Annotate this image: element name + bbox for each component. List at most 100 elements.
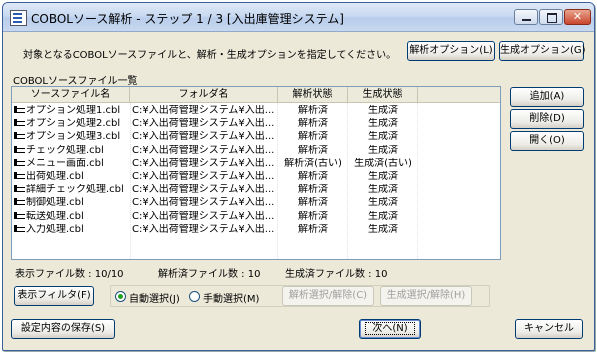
source-file-name: 出荷処理.cbl — [26, 171, 84, 182]
source-file-name: メニュー画面.cbl — [26, 157, 104, 169]
title-bar[interactable]: COBOLソース解析 - ステップ 1 / 3 [入出庫管理システム] ✕ — [3, 3, 594, 32]
analysis-status-cell: 解析済 — [298, 105, 328, 116]
column-header-source[interactable]: ソースファイル名 — [12, 87, 130, 103]
instruction-text: 対象となるCOBOLソースファイルと、解析・生成オプションを指定してください。 — [23, 50, 397, 61]
source-file-cell: 入力処理.cbl — [14, 224, 130, 236]
folder-cell: C:¥入出荷管理システム¥入出... — [132, 118, 275, 130]
add-button[interactable]: 追加(A) — [510, 87, 584, 107]
source-file-name: 詳細チェック処理.cbl — [26, 184, 124, 196]
main-window: COBOLソース解析 - ステップ 1 / 3 [入出庫管理システム] ✕ 対象… — [2, 2, 595, 351]
table-row[interactable]: 出荷処理.cbl C:¥入出荷管理システム¥入出... 解析済 生成済 — [12, 171, 500, 183]
source-file-cell: 転送処理.cbl — [14, 211, 130, 223]
generation-status-cell: 生成済 — [368, 197, 398, 209]
source-file-name: オプション処理1.cbl — [26, 105, 121, 116]
analysis-options-button[interactable]: 解析オプション(L) — [407, 41, 495, 61]
save-settings-button[interactable]: 設定内容の保存(S) — [11, 319, 115, 339]
source-file-name: 入力処理.cbl — [26, 223, 84, 235]
source-file-icon — [14, 224, 25, 233]
column-header-empty — [418, 87, 500, 103]
folder-cell: C:¥入出荷管理システム¥入出... — [132, 197, 275, 209]
analysis-status-cell: 解析済 — [298, 223, 328, 235]
source-file-cell: チェック処理.cbl — [14, 145, 130, 157]
next-button[interactable]: 次へ(N) — [359, 319, 421, 339]
source-file-name: チェック処理.cbl — [26, 144, 104, 156]
generation-status-cell: 生成済 — [368, 184, 398, 196]
source-file-name: オプション処理3.cbl — [26, 131, 121, 143]
column-header-analysis[interactable]: 解析状態 — [278, 87, 348, 103]
table-row[interactable]: オプション処理3.cbl C:¥入出荷管理システム¥入出... 解析済 生成済 — [12, 131, 500, 143]
source-file-icon — [14, 105, 25, 114]
cancel-button[interactable]: キャンセル — [515, 319, 583, 339]
folder-cell: C:¥入出荷管理システム¥入出... — [132, 157, 275, 169]
source-file-name: 制御処理.cbl — [26, 197, 84, 209]
auto-select-radio[interactable] — [115, 291, 126, 302]
folder-cell: C:¥入出荷管理システム¥入出... — [132, 223, 275, 235]
source-file-icon — [14, 158, 25, 167]
display-filter-button[interactable]: 表示フィルタ(F) — [14, 286, 94, 306]
table-row[interactable]: 詳細チェック処理.cbl C:¥入出荷管理システム¥入出... 解析済 生成済 — [12, 184, 500, 196]
source-file-cell: オプション処理3.cbl — [14, 131, 130, 143]
source-file-cell: メニュー画面.cbl — [14, 158, 130, 170]
analysis-status-cell: 解析済 — [298, 184, 328, 196]
folder-cell: C:¥入出荷管理システム¥入出... — [132, 144, 275, 156]
generation-status-cell: 生成済 — [368, 223, 398, 235]
maximize-button[interactable] — [539, 9, 563, 25]
analysis-status-cell: 解析済 — [298, 197, 328, 209]
window-title: COBOLソース解析 - ステップ 1 / 3 [入出庫管理システム] — [31, 12, 344, 26]
minimize-button[interactable] — [514, 9, 538, 25]
generation-status-cell: 生成済 — [368, 105, 398, 116]
source-file-name: オプション処理2.cbl — [26, 118, 121, 130]
file-list[interactable]: ソースファイル名 フォルダ名 解析状態 生成状態 オプション処理1.cbl C:¥… — [11, 86, 501, 260]
generation-options-button[interactable]: 生成オプション(G) — [499, 41, 586, 61]
source-file-cell: オプション処理1.cbl — [14, 105, 130, 117]
table-row[interactable]: チェック処理.cbl C:¥入出荷管理システム¥入出... 解析済 生成済 — [12, 145, 500, 157]
display-count: 表示ファイル数 : 10/10 — [15, 269, 124, 280]
manual-select-radio[interactable] — [189, 291, 200, 302]
table-row[interactable]: オプション処理2.cbl C:¥入出荷管理システム¥入出... 解析済 生成済 — [12, 118, 500, 130]
generation-select-clear-button[interactable]: 生成選択/解除(H) — [380, 286, 472, 306]
open-button[interactable]: 開く(O) — [510, 131, 584, 151]
folder-cell: C:¥入出荷管理システム¥入出... — [132, 105, 275, 116]
source-file-icon — [14, 145, 25, 154]
source-file-icon — [14, 211, 25, 220]
folder-cell: C:¥入出荷管理システム¥入出... — [132, 171, 275, 182]
source-file-cell: オプション処理2.cbl — [14, 118, 130, 130]
auto-select-label[interactable]: 自動選択(J) — [129, 290, 180, 305]
generated-count: 生成済ファイル数 : 10 — [285, 269, 388, 280]
generation-status-cell: 生成済 — [368, 171, 398, 182]
table-row[interactable]: メニュー画面.cbl C:¥入出荷管理システム¥入出... 解析済(古い) 生成済(古… — [12, 158, 500, 170]
source-file-cell: 出荷処理.cbl — [14, 171, 130, 183]
folder-cell: C:¥入出荷管理システム¥入出... — [132, 131, 275, 143]
table-row[interactable]: 制御処理.cbl C:¥入出荷管理システム¥入出... 解析済 生成済 — [12, 197, 500, 209]
source-file-icon — [14, 131, 25, 140]
folder-cell: C:¥入出荷管理システム¥入出... — [132, 184, 275, 196]
close-icon: ✕ — [572, 10, 583, 23]
source-file-icon — [14, 171, 25, 180]
analysis-status-cell: 解析済(古い) — [284, 157, 342, 169]
table-row[interactable]: 入力処理.cbl C:¥入出荷管理システム¥入出... 解析済 生成済 — [12, 224, 500, 236]
generation-status-cell: 生成済 — [368, 144, 398, 156]
generation-status-cell: 生成済 — [368, 118, 398, 130]
manual-select-label[interactable]: 手動選択(M) — [203, 290, 259, 305]
analysis-select-clear-button[interactable]: 解析選択/解除(C) — [282, 286, 374, 306]
folder-cell: C:¥入出荷管理システム¥入出... — [132, 210, 275, 222]
source-file-icon — [14, 118, 25, 127]
column-header-generation[interactable]: 生成状態 — [348, 87, 418, 103]
delete-button[interactable]: 削除(D) — [510, 109, 584, 129]
table-row[interactable]: 転送処理.cbl C:¥入出荷管理システム¥入出... 解析済 生成済 — [12, 211, 500, 223]
column-header-folder[interactable]: フォルダ名 — [130, 87, 278, 103]
app-icon — [10, 10, 27, 26]
analysis-status-cell: 解析済 — [298, 171, 328, 182]
source-file-cell: 詳細チェック処理.cbl — [14, 184, 130, 196]
next-button-label: 次へ(N) — [365, 322, 415, 335]
table-row[interactable]: オプション処理1.cbl C:¥入出荷管理システム¥入出... 解析済 生成済 — [12, 105, 500, 117]
close-button[interactable]: ✕ — [564, 9, 591, 25]
analysis-status-cell: 解析済 — [298, 118, 328, 130]
source-file-cell: 制御処理.cbl — [14, 197, 130, 209]
generation-status-cell: 生成済 — [368, 131, 398, 143]
analysis-status-cell: 解析済 — [298, 131, 328, 143]
source-file-icon — [14, 184, 25, 193]
analysis-status-cell: 解析済 — [298, 144, 328, 156]
generation-status-cell: 生成済(古い) — [354, 157, 412, 169]
analyzed-count: 解析済ファイル数 : 10 — [158, 269, 261, 280]
